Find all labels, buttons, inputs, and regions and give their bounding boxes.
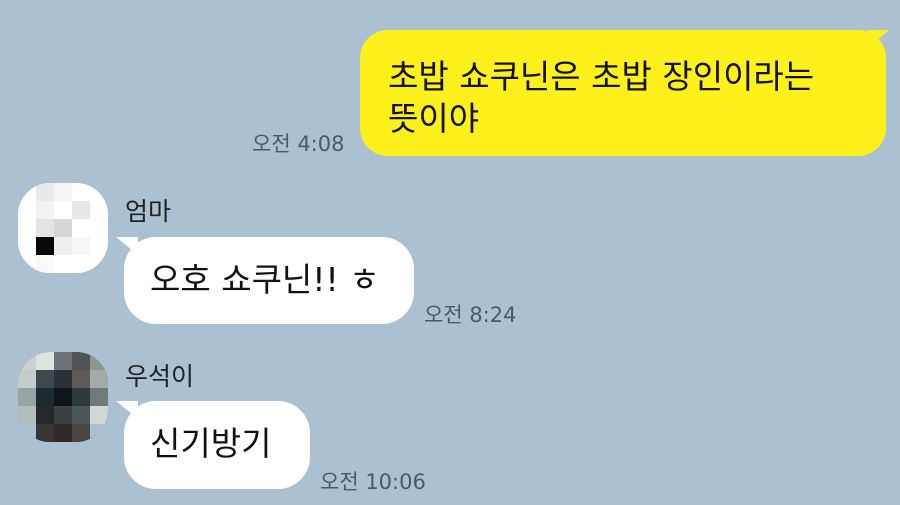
other-message-bubble[interactable]: 오호 쇼쿠닌!! ㅎ <box>124 237 414 324</box>
my-message-bubble[interactable]: 초밥 쇼쿠닌은 초밥 장인이라는 뜻이야 <box>360 30 886 156</box>
sender-name: 엄마 <box>125 197 172 226</box>
message-text-line: 초밥 쇼쿠닌은 초밥 장인이라는 <box>388 57 815 96</box>
bubble-tail <box>116 237 138 255</box>
message-text-line: 뜻이야 <box>388 99 480 138</box>
message-timestamp: 오전 8:24 <box>424 303 517 327</box>
bubble-tail <box>116 401 138 419</box>
sender-name: 우석이 <box>125 362 195 391</box>
message-timestamp: 오전 4:08 <box>252 132 345 156</box>
message-text: 오호 쇼쿠닌!! ㅎ <box>150 260 380 299</box>
sender-avatar[interactable] <box>18 352 108 442</box>
message-timestamp: 오전 10:06 <box>320 470 426 494</box>
sender-avatar[interactable] <box>18 183 108 273</box>
other-message-bubble[interactable]: 신기방기 <box>124 401 310 489</box>
message-text: 신기방기 <box>150 424 272 463</box>
bubble-tail <box>867 30 889 48</box>
